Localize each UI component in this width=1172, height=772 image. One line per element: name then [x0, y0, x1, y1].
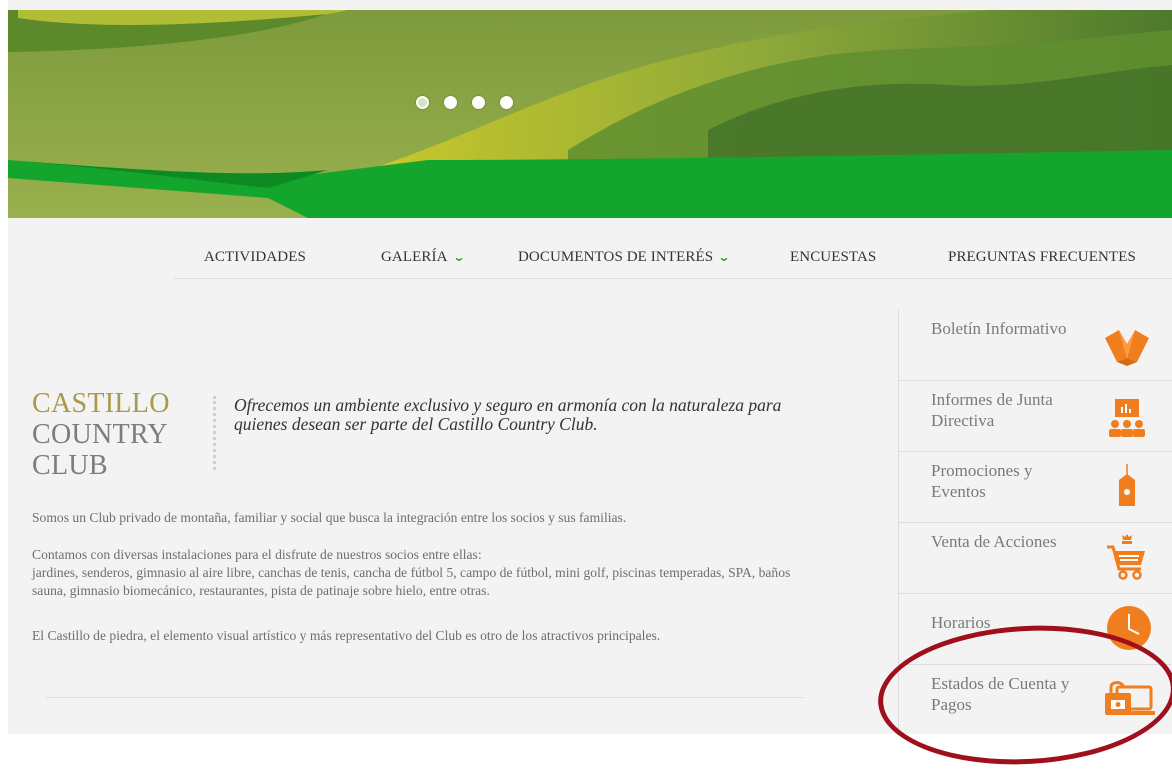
quick-links-sidebar: Boletín Informativo Informes de Junta Di…: [898, 310, 1172, 734]
sidebar-item-label: Boletín Informativo: [931, 319, 1067, 338]
sidebar-item-estados-cuenta[interactable]: Estados de Cuenta y Pagos: [899, 665, 1172, 734]
nav-item-label: DOCUMENTOS DE INTERÉS: [518, 249, 714, 265]
facilities-intro: Contamos con diversas instalaciones para…: [32, 547, 482, 562]
facilities-list: jardines, senderos, gimnasio al aire lib…: [32, 565, 791, 598]
carousel-dot[interactable]: [444, 96, 457, 109]
board-meeting-icon: [1109, 399, 1145, 437]
sidebar-item-label: Informes de Junta Directiva: [931, 390, 1053, 430]
sidebar-item-label: Promociones y Eventos: [931, 461, 1033, 501]
castle-paragraph: El Castillo de piedra, el elemento visua…: [32, 628, 661, 643]
carousel-dot[interactable]: [416, 96, 429, 109]
page: ACTIVIDADES GALERÍA ⌄ DOCUMENTOS DE INTER…: [8, 0, 1172, 734]
content-divider: [46, 697, 804, 698]
carousel-pagination: [416, 96, 513, 109]
nav-item-label: GALERÍA: [381, 249, 448, 265]
shopping-cart-icon: [1107, 534, 1145, 580]
carousel-dot[interactable]: [500, 96, 513, 109]
clock-icon: [1107, 606, 1151, 650]
sidebar-item-boletin[interactable]: Boletín Informativo: [899, 310, 1172, 381]
sidebar-item-label: Estados de Cuenta y Pagos: [931, 674, 1070, 714]
hero-image: [8, 10, 1172, 218]
sidebar-item-venta-acciones[interactable]: Venta de Acciones: [899, 523, 1172, 594]
sidebar-item-informes[interactable]: Informes de Junta Directiva: [899, 381, 1172, 452]
hero-carousel[interactable]: [8, 10, 1172, 218]
nav-item-encuestas[interactable]: ENCUESTAS: [790, 249, 876, 266]
dotted-divider: [213, 396, 216, 470]
sidebar-item-label: Venta de Acciones: [931, 532, 1057, 551]
nav-item-label: ENCUESTAS: [790, 249, 877, 265]
club-title-line1: CASTILLO: [32, 388, 170, 419]
intro-paragraph: Somos un Club privado de montaña, famili…: [32, 510, 627, 525]
nav-item-galeria[interactable]: GALERÍA ⌄: [381, 249, 466, 266]
payment-laptop-icon: [1105, 681, 1155, 715]
carousel-dot[interactable]: [472, 96, 485, 109]
sidebar-item-horarios[interactable]: Horarios: [899, 594, 1172, 665]
sidebar-item-promociones[interactable]: Promociones y Eventos: [899, 452, 1172, 523]
facilities-paragraph: Contamos con diversas instalaciones para…: [32, 546, 822, 600]
open-book-icon: [1105, 330, 1149, 366]
club-title: CASTILLO COUNTRY CLUB: [32, 388, 170, 481]
main-nav: ACTIVIDADES GALERÍA ⌄ DOCUMENTOS DE INTER…: [174, 238, 1172, 279]
chevron-down-icon: ⌄: [452, 250, 466, 264]
nav-item-actividades[interactable]: ACTIVIDADES: [204, 249, 306, 266]
club-title-line2: COUNTRY: [32, 419, 168, 450]
nav-item-preguntas[interactable]: PREGUNTAS FRECUENTES: [948, 249, 1136, 266]
nav-item-label: PREGUNTAS FRECUENTES: [948, 249, 1136, 265]
sidebar-item-label: Horarios: [931, 613, 991, 632]
club-title-line3: CLUB: [32, 450, 108, 481]
club-tagline: Ofrecemos un ambiente exclusivo y seguro…: [234, 395, 782, 434]
chevron-down-icon: ⌄: [717, 250, 731, 264]
nav-item-label: ACTIVIDADES: [204, 249, 306, 265]
nav-item-documentos[interactable]: DOCUMENTOS DE INTERÉS ⌄: [518, 249, 731, 266]
price-tag-icon: [1119, 464, 1135, 506]
